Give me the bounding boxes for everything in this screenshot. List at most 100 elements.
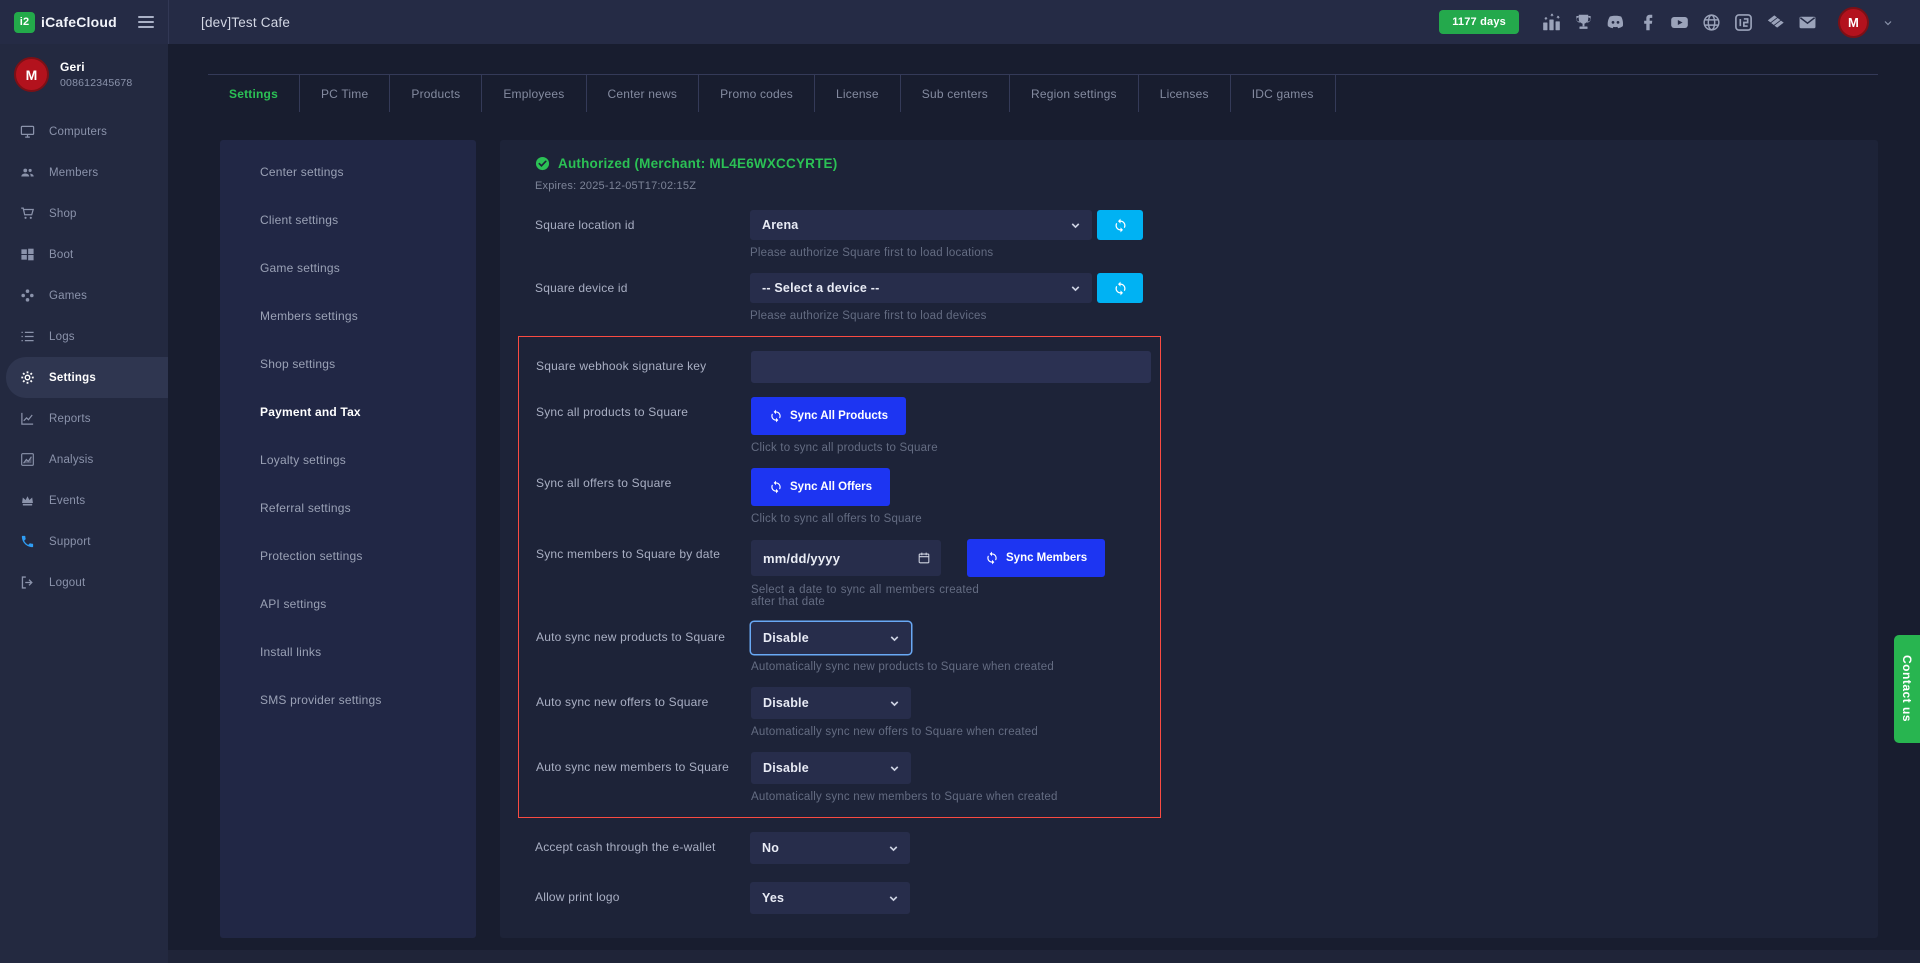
sync-all-products-button[interactable]: Sync All Products: [751, 397, 906, 435]
field-label: Sync all products to Square: [536, 397, 751, 454]
brand-area: i2 iCafeCloud: [0, 0, 168, 44]
tab-licenses[interactable]: Licenses: [1139, 75, 1231, 112]
sync-icon: [769, 409, 783, 423]
tab-sub-centers[interactable]: Sub centers: [901, 75, 1010, 112]
sync-offers-row: Sync all offers to Square Sync All Offer…: [536, 468, 1160, 525]
sync-members-button[interactable]: Sync Members: [967, 539, 1105, 577]
menu-item-payment-and-tax[interactable]: Payment and Tax: [220, 388, 476, 436]
chevron-down-icon: [1069, 282, 1082, 295]
tab-idc-games[interactable]: IDC games: [1231, 75, 1336, 112]
auto-sync-members-row: Auto sync new members to Square Disable …: [536, 752, 1160, 803]
tab-label: IDC games: [1252, 87, 1314, 101]
tab-settings[interactable]: Settings: [208, 75, 300, 112]
tab-pc-time[interactable]: PC Time: [300, 75, 390, 112]
topbar-right: 1177 days: [1439, 7, 1894, 38]
sidebar-item-games[interactable]: Games: [0, 275, 168, 316]
square-auth-status: Authorized (Merchant: ML4E6WXCCYRTE): [535, 156, 1838, 171]
sidebar-item-logs[interactable]: Logs: [0, 316, 168, 357]
tab-employees[interactable]: Employees: [482, 75, 586, 112]
auto-sync-products-row: Auto sync new products to Square Disable…: [536, 622, 1160, 673]
refresh-locations-button[interactable]: [1097, 210, 1143, 240]
print-logo-select[interactable]: Yes: [750, 882, 910, 914]
sidebar: M Geri 008612345678 Computers Members Sh…: [0, 44, 168, 963]
tab-label: Promo codes: [720, 87, 793, 101]
auto-sync-products-select[interactable]: Disable: [751, 622, 911, 654]
webhook-signature-key-input[interactable]: [751, 351, 1151, 383]
sidebar-item-support[interactable]: Support: [0, 521, 168, 562]
menu-item-sms-provider-settings[interactable]: SMS provider settings: [220, 676, 476, 724]
menu-item-game-settings[interactable]: Game settings: [220, 244, 476, 292]
refresh-devices-button[interactable]: [1097, 273, 1143, 303]
shop-cart-icon: [20, 206, 35, 221]
boot-windows-icon: [20, 247, 35, 262]
menu-item-protection-settings[interactable]: Protection settings: [220, 532, 476, 580]
topbar-main: [dev]Test Cafe 1177 days: [168, 0, 1920, 44]
menu-item-install-links[interactable]: Install links: [220, 628, 476, 676]
sync-icon: [1113, 281, 1128, 296]
tab-promo-codes[interactable]: Promo codes: [699, 75, 815, 112]
square-location-row: Square location id Arena Please authoriz…: [535, 210, 1838, 259]
tab-label: License: [836, 87, 879, 101]
contact-us-button[interactable]: Contact us: [1894, 635, 1920, 743]
tab-center-news[interactable]: Center news: [587, 75, 700, 112]
user-name: Geri: [60, 60, 132, 74]
sidebar-item-settings[interactable]: Settings: [6, 357, 168, 398]
analysis-icon: [20, 452, 35, 467]
print-logo-row: Allow print logo Yes: [535, 882, 1838, 914]
mail-icon[interactable]: [1798, 13, 1817, 32]
sidebar-item-members[interactable]: Members: [0, 152, 168, 193]
tab-license[interactable]: License: [815, 75, 901, 112]
sidebar-user[interactable]: M Geri 008612345678: [0, 44, 168, 107]
logs-icon: [20, 329, 35, 344]
menu-item-loyalty-settings[interactable]: Loyalty settings: [220, 436, 476, 484]
license-days-badge[interactable]: 1177 days: [1439, 10, 1519, 34]
sidebar-item-label: Shop: [49, 208, 77, 220]
main-content: Settings PC Time Products Employees Cent…: [168, 44, 1920, 963]
sidebar-item-logout[interactable]: Logout: [0, 562, 168, 603]
square-device-select[interactable]: -- Select a device --: [750, 273, 1092, 303]
app-logo[interactable]: i2 iCafeCloud: [14, 12, 117, 33]
cafe-title: [dev]Test Cafe: [201, 15, 290, 30]
menu-item-members-settings[interactable]: Members settings: [220, 292, 476, 340]
menu-item-shop-settings[interactable]: Shop settings: [220, 340, 476, 388]
button-label: Sync Members: [1006, 552, 1087, 564]
sync-all-offers-button[interactable]: Sync All Offers: [751, 468, 890, 506]
sidebar-item-label: Members: [49, 167, 98, 179]
auto-sync-members-select[interactable]: Disable: [751, 752, 911, 784]
menu-item-client-settings[interactable]: Client settings: [220, 196, 476, 244]
avatar-chevron-down-icon[interactable]: [1882, 16, 1894, 28]
select-value: -- Select a device --: [762, 281, 879, 295]
field-hint: Please authorize Square first to load lo…: [750, 247, 1143, 259]
menu-toggle-icon[interactable]: [138, 16, 154, 28]
icafecloud-mini-icon[interactable]: [1734, 13, 1753, 32]
menu-item-referral-settings[interactable]: Referral settings: [220, 484, 476, 532]
accept-cash-select[interactable]: No: [750, 832, 910, 864]
discord-icon[interactable]: [1606, 13, 1625, 32]
trophy-icon[interactable]: [1574, 13, 1593, 32]
status-text: Authorized (Merchant: ML4E6WXCCYRTE): [558, 156, 837, 171]
sidebar-item-label: Logs: [49, 331, 75, 343]
field-label: Square device id: [535, 273, 750, 322]
sidebar-item-computers[interactable]: Computers: [0, 111, 168, 152]
menu-item-center-settings[interactable]: Center settings: [220, 148, 476, 196]
square-location-select[interactable]: Arena: [750, 210, 1092, 240]
layers-icon[interactable]: [1766, 13, 1785, 32]
sidebar-item-reports[interactable]: Reports: [0, 398, 168, 439]
website-globe-icon[interactable]: [1702, 13, 1721, 32]
sidebar-item-boot[interactable]: Boot: [0, 234, 168, 275]
tab-products[interactable]: Products: [390, 75, 482, 112]
auto-sync-offers-select[interactable]: Disable: [751, 687, 911, 719]
facebook-icon[interactable]: [1638, 13, 1657, 32]
sidebar-item-analysis[interactable]: Analysis: [0, 439, 168, 480]
ranking-icon[interactable]: [1542, 13, 1561, 32]
members-icon: [20, 165, 35, 180]
calendar-icon: [917, 551, 931, 565]
user-avatar[interactable]: M: [1838, 7, 1869, 38]
sidebar-item-events[interactable]: Events: [0, 480, 168, 521]
tab-label: Products: [411, 87, 460, 101]
youtube-icon[interactable]: [1670, 13, 1689, 32]
tab-region-settings[interactable]: Region settings: [1010, 75, 1139, 112]
menu-item-api-settings[interactable]: API settings: [220, 580, 476, 628]
sidebar-item-shop[interactable]: Shop: [0, 193, 168, 234]
sync-members-date-input[interactable]: mm/dd/yyyy: [751, 540, 941, 576]
